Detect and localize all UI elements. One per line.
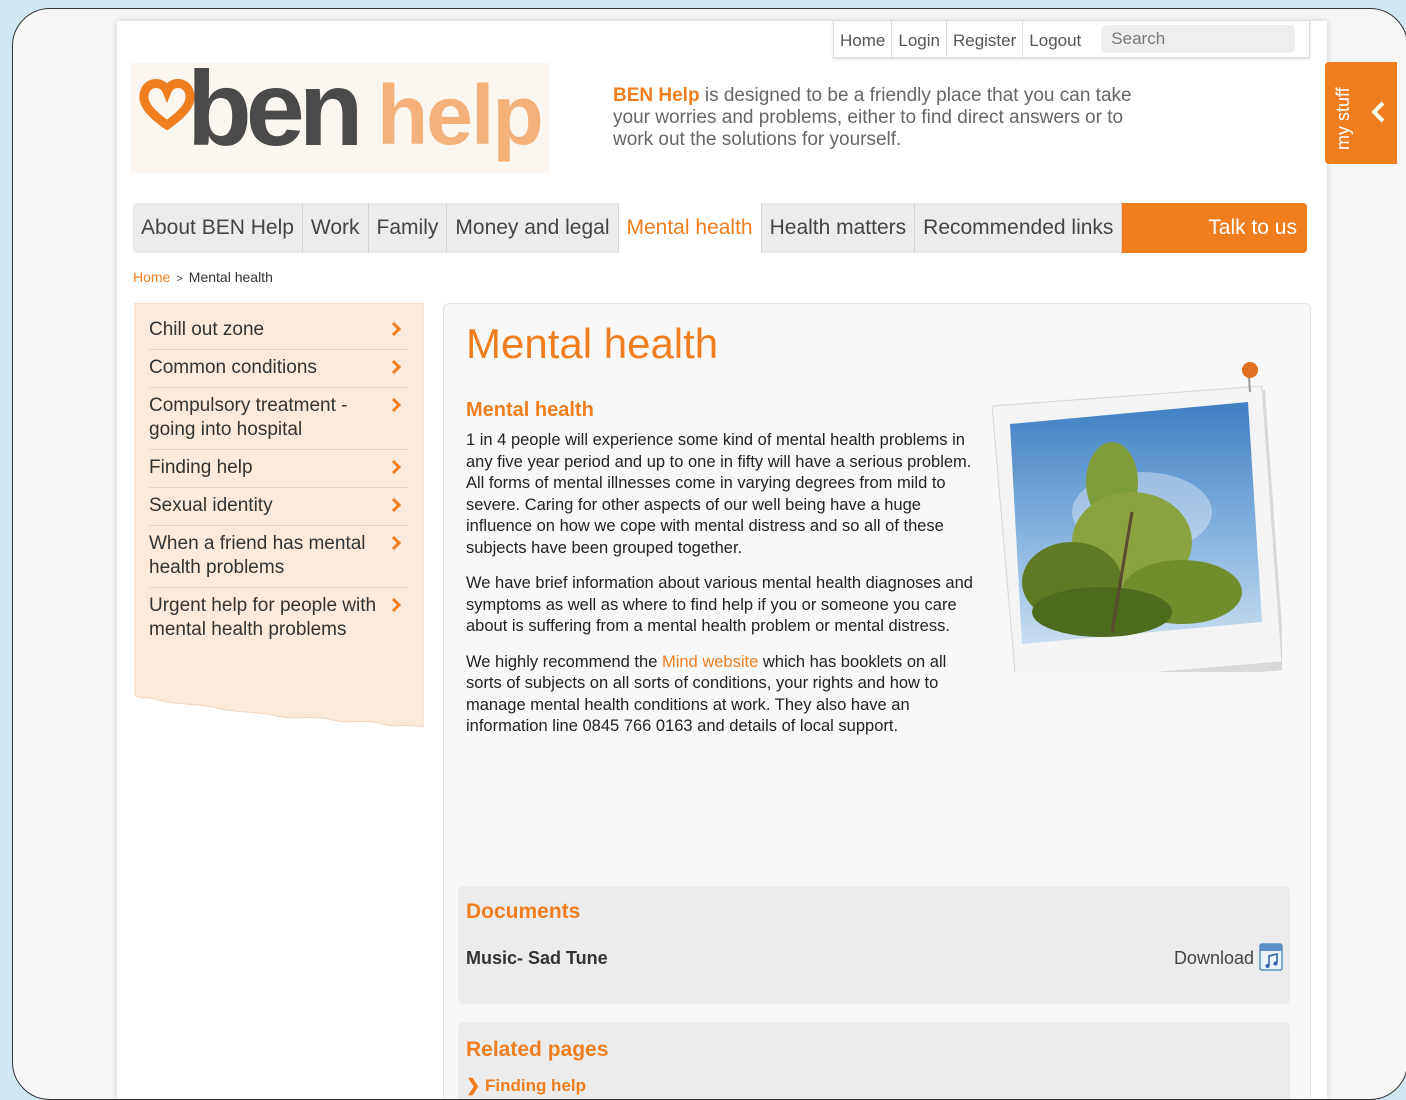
chevron-right-icon [391, 597, 401, 613]
sidebar: Chill out zone Common conditions Compuls… [133, 303, 424, 729]
nav-home-link[interactable]: Home [834, 21, 893, 57]
tab-recommended-links[interactable]: Recommended links [915, 203, 1123, 253]
sidebar-item-common-conditions[interactable]: Common conditions [149, 350, 409, 388]
chevron-right-icon [391, 459, 401, 475]
breadcrumb-current: Mental health [188, 269, 273, 285]
talk-to-us-button[interactable]: Talk to us [1122, 203, 1307, 253]
related-link-finding-help[interactable]: ❯ Finding help [466, 1076, 586, 1096]
nav-login-link[interactable]: Login [892, 21, 947, 57]
music-file-icon[interactable] [1258, 942, 1284, 972]
paragraph: We have brief information about various … [466, 574, 973, 635]
sidebar-item-friend-mental-health[interactable]: When a friend has mental health problems [149, 526, 409, 588]
sidebar-item-label: Chill out zone [149, 319, 265, 340]
nav-register-link[interactable]: Register [947, 21, 1024, 57]
section-heading: Mental health [466, 399, 594, 421]
related-pages-panel: Related pages ❯ Finding help [458, 1022, 1290, 1099]
intro-brand: BEN Help [613, 85, 700, 106]
paragraph: 1 in 4 people will experience some kind … [466, 431, 972, 557]
sidebar-item-label: Sexual identity [149, 495, 273, 516]
site-intro: BEN Help is designed to be a friendly pl… [613, 85, 1153, 151]
sidebar-item-label: Urgent help for people with mental healt… [149, 595, 377, 640]
sidebar-item-label: When a friend has mental health problems [149, 533, 366, 578]
my-stuff-tab[interactable]: my stuff [1325, 62, 1397, 164]
document-name: Music- Sad Tune [466, 948, 608, 968]
sidebar-item-label: Common conditions [149, 357, 317, 378]
paragraph-text: We highly recommend the [466, 652, 662, 671]
documents-heading: Documents [466, 900, 581, 923]
article-body: 1 in 4 people will experience some kind … [466, 430, 976, 752]
my-stuff-label: my stuff [1333, 87, 1353, 150]
tab-work[interactable]: Work [303, 203, 369, 253]
download-link[interactable]: Download [1174, 948, 1254, 969]
tab-money-legal[interactable]: Money and legal [447, 203, 619, 253]
sidebar-item-label: Compulsory treatment - going into hospit… [149, 395, 348, 440]
tree-photo-polaroid [992, 362, 1282, 672]
breadcrumb: Home > Mental health [133, 269, 273, 285]
main-content: Mental health Mental health 1 in 4 peopl… [443, 303, 1311, 1099]
sidebar-item-compulsory-treatment[interactable]: Compulsory treatment - going into hospit… [149, 388, 409, 450]
sidebar-item-finding-help[interactable]: Finding help [149, 450, 409, 488]
utility-nav: Home Login Register Logout [833, 21, 1311, 58]
sidebar-list: Chill out zone Common conditions Compuls… [133, 312, 423, 649]
sidebar-item-urgent-help[interactable]: Urgent help for people with mental healt… [149, 588, 409, 649]
tab-about[interactable]: About BEN Help [133, 203, 303, 253]
sidebar-item-sexual-identity[interactable]: Sexual identity [149, 488, 409, 526]
logo-help-text: help [377, 68, 544, 162]
tab-family[interactable]: Family [369, 203, 448, 253]
logo-ben-text: ben [187, 50, 363, 168]
paragraph: We highly recommend the Mind website whi… [466, 652, 976, 738]
main-nav: About BEN Help Work Family Money and leg… [133, 203, 1307, 253]
chevron-right-icon: ❯ [466, 1076, 485, 1095]
mind-website-link[interactable]: Mind website [662, 653, 758, 671]
breadcrumb-separator: > [176, 273, 183, 285]
page-title: Mental health [466, 320, 719, 367]
chevron-right-icon [391, 397, 401, 413]
sidebar-item-label: Finding help [149, 457, 253, 478]
chevron-right-icon [391, 535, 401, 551]
tab-mental-health[interactable]: Mental health [618, 203, 762, 253]
related-pages-heading: Related pages [466, 1038, 609, 1061]
chevron-right-icon [391, 497, 401, 513]
related-link-label: Finding help [484, 1076, 587, 1095]
page: Home Login Register Logout ben help BEN … [117, 21, 1327, 1099]
search-input[interactable] [1101, 25, 1296, 53]
chevron-right-icon [391, 321, 401, 337]
sidebar-item-chill-out[interactable]: Chill out zone [149, 312, 409, 350]
tab-health-matters[interactable]: Health matters [762, 203, 916, 253]
documents-panel: Documents Music- Sad Tune Download [458, 886, 1290, 1004]
site-logo[interactable]: ben help [131, 50, 549, 173]
nav-logout-link[interactable]: Logout [1023, 21, 1087, 57]
browser-frame: Home Login Register Logout ben help BEN … [12, 8, 1406, 1100]
breadcrumb-home-link[interactable]: Home [133, 269, 170, 285]
chevron-right-icon [391, 359, 401, 375]
chevron-left-icon [1371, 101, 1385, 123]
